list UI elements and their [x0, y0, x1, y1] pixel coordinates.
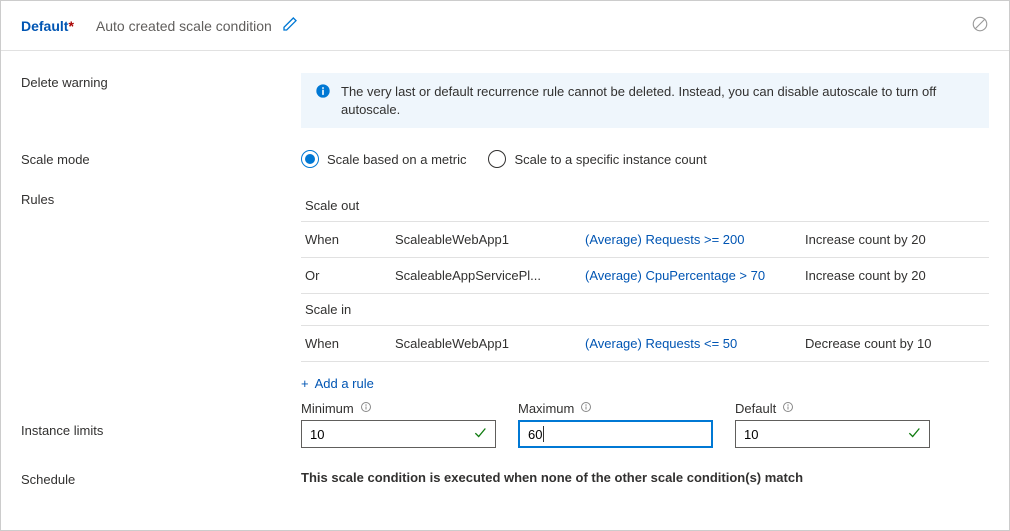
- rule-op: Or: [305, 268, 395, 283]
- rule-resource: ScaleableWebApp1: [395, 336, 585, 351]
- scale-condition-card: Default* Auto created scale condition De…: [0, 0, 1010, 531]
- minimum-input[interactable]: [301, 420, 496, 448]
- scale-mode-radio-group: Scale based on a metric Scale to a speci…: [301, 150, 989, 168]
- minimum-label: Minimum: [301, 401, 354, 416]
- maximum-limit: Maximum: [518, 401, 713, 448]
- radio-scale-metric[interactable]: Scale based on a metric: [301, 150, 466, 168]
- rule-condition: (Average) Requests <= 50: [585, 336, 785, 351]
- condition-title: Default*: [21, 18, 74, 34]
- info-icon[interactable]: [580, 401, 592, 416]
- rule-action: Increase count by 20: [785, 232, 985, 247]
- add-rule-button[interactable]: + Add a rule: [301, 376, 374, 391]
- add-rule-label: Add a rule: [315, 376, 374, 391]
- rule-row[interactable]: When ScaleableWebApp1 (Average) Requests…: [301, 326, 989, 362]
- schedule-text: This scale condition is executed when no…: [301, 470, 989, 485]
- edit-icon[interactable]: [282, 16, 298, 35]
- info-icon: [315, 83, 331, 102]
- default-label: Default: [735, 401, 776, 416]
- plus-icon: +: [301, 376, 309, 391]
- rules-row: Rules Scale out When ScaleableWebApp1 (A…: [21, 190, 989, 391]
- rules-label: Rules: [21, 190, 301, 207]
- delete-warning-label: Delete warning: [21, 73, 301, 90]
- check-icon: [906, 425, 922, 444]
- rules-table: Scale out When ScaleableWebApp1 (Average…: [301, 190, 989, 362]
- rule-action: Increase count by 20: [785, 268, 985, 283]
- radio-icon: [488, 150, 506, 168]
- maximum-input[interactable]: [518, 420, 713, 448]
- limits-group: Minimum Maximum: [301, 401, 989, 448]
- rule-resource: ScaleableAppServicePl...: [395, 268, 585, 283]
- schedule-label: Schedule: [21, 470, 301, 487]
- rule-row[interactable]: Or ScaleableAppServicePl... (Average) Cp…: [301, 258, 989, 294]
- instance-limits-label: Instance limits: [21, 401, 301, 438]
- card-header: Default* Auto created scale condition: [1, 1, 1009, 51]
- rule-op: When: [305, 336, 395, 351]
- text-cursor: [543, 426, 544, 442]
- scale-mode-label: Scale mode: [21, 150, 301, 167]
- condition-description: Auto created scale condition: [96, 18, 272, 34]
- rule-op: When: [305, 232, 395, 247]
- radio-icon: [301, 150, 319, 168]
- radio-label: Scale to a specific instance count: [514, 152, 706, 167]
- check-icon: [472, 425, 488, 444]
- rule-action: Decrease count by 10: [785, 336, 985, 351]
- info-banner: The very last or default recurrence rule…: [301, 73, 989, 128]
- scale-mode-row: Scale mode Scale based on a metric Scale…: [21, 150, 989, 168]
- scale-out-header: Scale out: [301, 190, 989, 222]
- rule-condition: (Average) Requests >= 200: [585, 232, 785, 247]
- rule-condition: (Average) CpuPercentage > 70: [585, 268, 785, 283]
- disable-icon[interactable]: [971, 15, 989, 36]
- info-icon[interactable]: [782, 401, 794, 416]
- instance-limits-row: Instance limits Minimum: [21, 401, 989, 448]
- title-text: Default: [21, 18, 68, 34]
- schedule-row: Schedule This scale condition is execute…: [21, 470, 989, 487]
- radio-label: Scale based on a metric: [327, 152, 466, 167]
- rule-resource: ScaleableWebApp1: [395, 232, 585, 247]
- maximum-label: Maximum: [518, 401, 574, 416]
- rule-row[interactable]: When ScaleableWebApp1 (Average) Requests…: [301, 222, 989, 258]
- minimum-limit: Minimum: [301, 401, 496, 448]
- radio-scale-specific[interactable]: Scale to a specific instance count: [488, 150, 706, 168]
- delete-warning-row: Delete warning The very last or default …: [21, 73, 989, 128]
- info-icon[interactable]: [360, 401, 372, 416]
- default-input[interactable]: [735, 420, 930, 448]
- default-limit: Default: [735, 401, 930, 448]
- info-banner-text: The very last or default recurrence rule…: [341, 83, 975, 118]
- scale-in-header: Scale in: [301, 294, 989, 326]
- required-marker: *: [68, 18, 73, 34]
